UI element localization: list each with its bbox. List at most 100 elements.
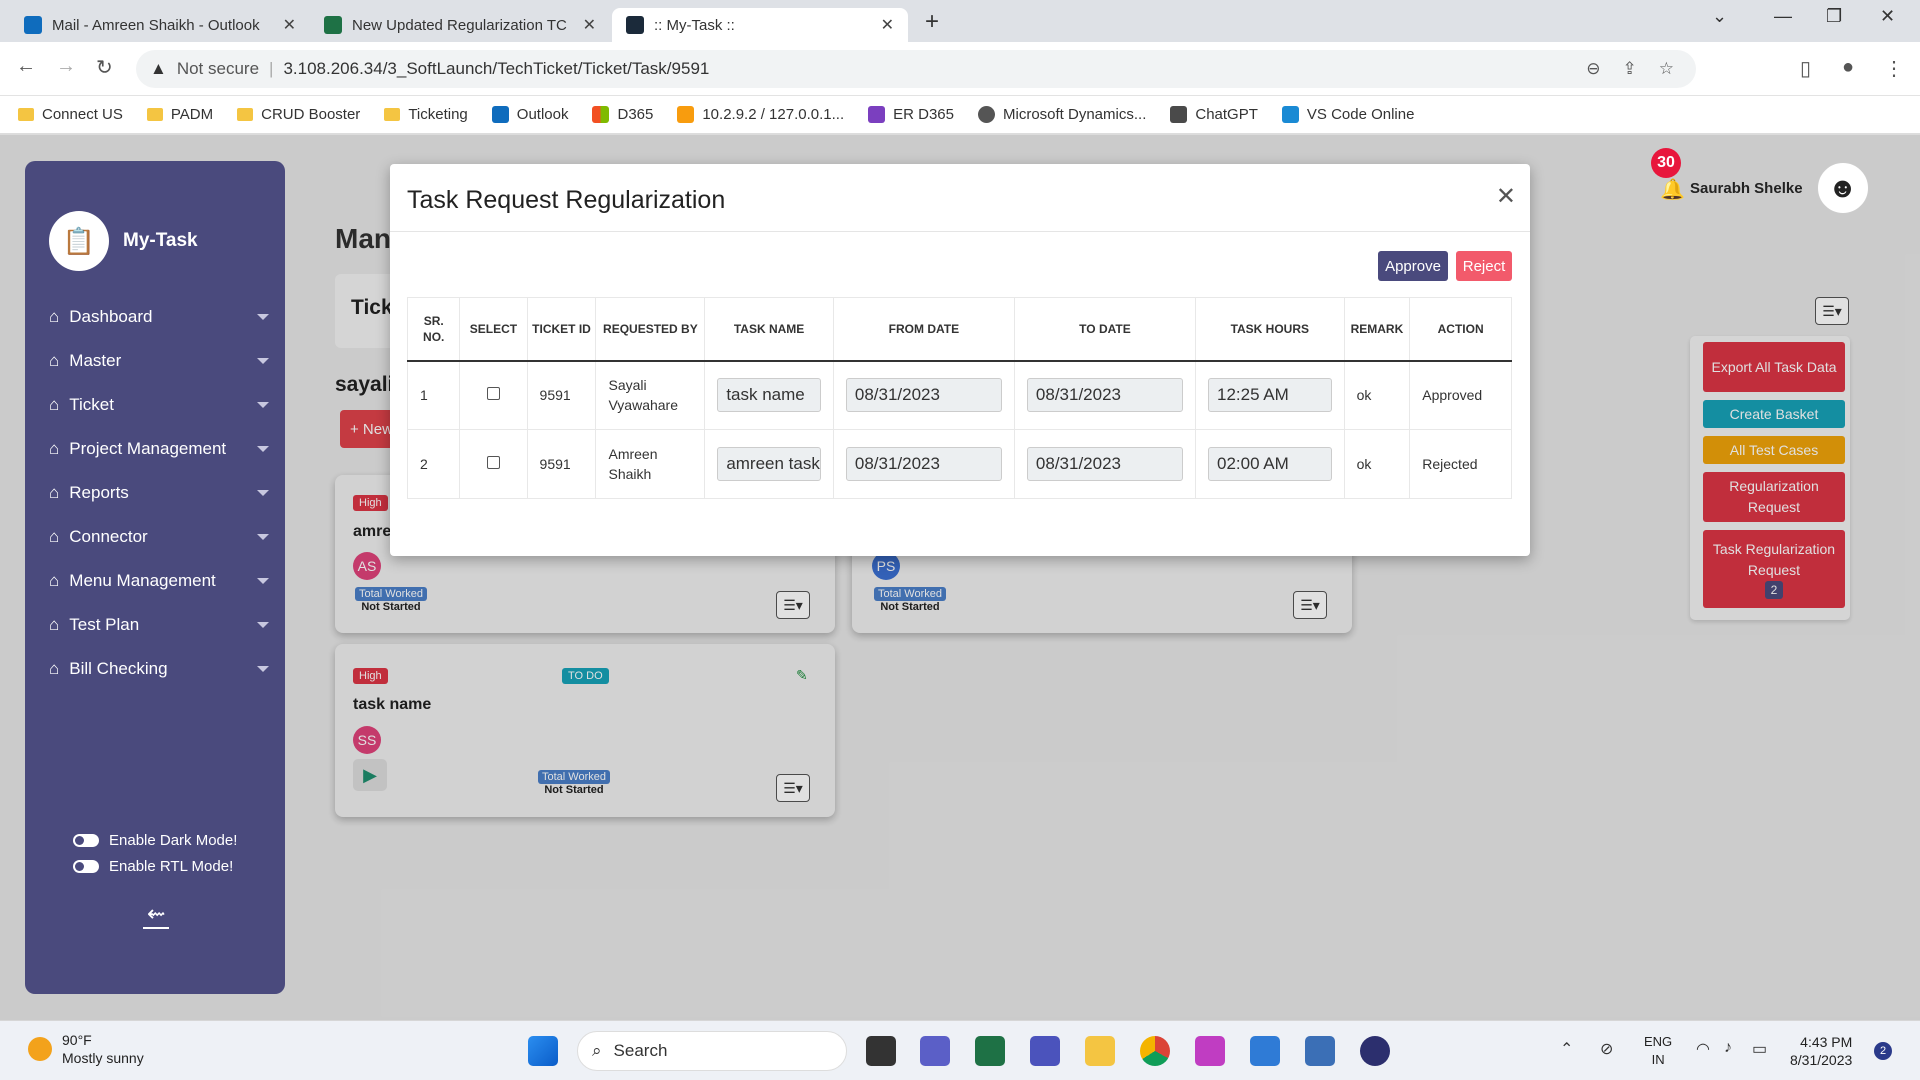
rtl-mode-toggle[interactable]	[73, 860, 99, 873]
home-icon: ⌂	[49, 483, 60, 502]
bookmark-label: D365	[617, 106, 654, 123]
url-bar[interactable]: ▲ Not secure | 3.108.206.34/3_SoftLaunch…	[136, 50, 1696, 88]
chat-icon[interactable]	[920, 1036, 950, 1066]
volume-icon[interactable]: ♪	[1724, 1039, 1732, 1057]
weather-widget[interactable]: 90°F Mostly sunny	[28, 1031, 144, 1067]
bookmark-item[interactable]: Ticketing	[384, 106, 468, 123]
to-date-input[interactable]: 08/31/2023	[1026, 447, 1183, 481]
bookmark-item[interactable]: Microsoft Dynamics...	[978, 106, 1146, 123]
task-name-input[interactable]: task name	[717, 378, 821, 413]
brand[interactable]: 📋 My-Task	[49, 211, 198, 271]
table-row: 2 9591 Amreen Shaikh amreen task 08/31/2…	[406, 429, 1512, 499]
reload-icon[interactable]: ↻	[96, 55, 113, 80]
chevron-up-icon[interactable]: ⌃	[1560, 1039, 1573, 1059]
to-date-input[interactable]: 08/31/2023	[1026, 378, 1183, 413]
from-date-input[interactable]: 08/31/2023	[845, 447, 1002, 481]
temperature: 90°F	[62, 1032, 92, 1048]
clipboard-icon: 📋	[49, 211, 109, 271]
chrome-icon[interactable]	[1140, 1036, 1170, 1066]
bookmark-item[interactable]: ER D365	[868, 106, 954, 123]
star-icon[interactable]: ☆	[1659, 59, 1674, 79]
bookmark-item[interactable]: 10.2.9.2 / 127.0.0.1...	[677, 106, 844, 123]
sr-no-cell: 1	[406, 360, 461, 430]
column-header: TASK NAME	[704, 297, 834, 362]
back-icon[interactable]: ←	[16, 55, 36, 78]
collapse-sidebar-icon[interactable]: ⇜	[143, 901, 170, 929]
share-icon[interactable]: ⇪	[1623, 59, 1637, 79]
sidebar-item-label: Ticket	[69, 395, 114, 414]
task-view-icon[interactable]	[866, 1036, 896, 1066]
rtl-mode-toggle-row[interactable]: Enable RTL Mode!	[73, 858, 233, 875]
bookmark-item[interactable]: CRUD Booster	[237, 106, 360, 123]
sidebar-item-master[interactable]: ⌂ Master	[49, 339, 269, 383]
wps-icon[interactable]	[1195, 1036, 1225, 1066]
task-name-input[interactable]: amreen task	[717, 447, 821, 481]
row-checkbox[interactable]	[486, 456, 500, 469]
teams-icon[interactable]	[1030, 1036, 1060, 1066]
bookmark-item[interactable]: D365	[592, 106, 653, 123]
bookmark-item[interactable]: Outlook	[491, 106, 569, 123]
sidebar-item-project-management[interactable]: ⌂ Project Management	[49, 427, 269, 471]
eclipse-icon[interactable]	[1360, 1036, 1390, 1066]
maximize-icon[interactable]: ❐	[1826, 6, 1842, 27]
sidebar-item-ticket[interactable]: ⌂ Ticket	[49, 383, 269, 427]
language-indicator[interactable]: ENG IN	[1644, 1033, 1672, 1069]
approve-button[interactable]: Approve	[1378, 251, 1448, 281]
warning-icon: ▲	[150, 59, 167, 78]
close-icon[interactable]: ✕	[1496, 182, 1516, 211]
sidebar-item-dashboard[interactable]: ⌂ Dashboard	[49, 295, 269, 339]
user-avatar[interactable]: ☻	[1816, 162, 1869, 214]
battery-icon[interactable]: ▭	[1752, 1039, 1767, 1059]
reject-button[interactable]: Reject	[1456, 251, 1512, 281]
sidebar-item-bill-checking[interactable]: ⌂ Bill Checking	[49, 647, 269, 691]
from-date-input[interactable]: 08/31/2023	[845, 378, 1002, 413]
taskbar-search[interactable]: ⌕ Search	[577, 1031, 847, 1071]
minimize-icon[interactable]: —	[1774, 6, 1792, 27]
tab-search-icon[interactable]: ⌄	[1712, 6, 1727, 27]
task-hours-input[interactable]: 12:25 AM	[1207, 378, 1332, 413]
forward-icon[interactable]: →	[56, 55, 76, 78]
new-tab-button[interactable]: +	[925, 8, 939, 36]
bell-icon[interactable]: 🔔	[1660, 177, 1685, 202]
window-close-icon[interactable]: ✕	[1880, 6, 1895, 27]
close-icon[interactable]: ✕	[881, 15, 894, 35]
windows-start-icon[interactable]	[528, 1036, 558, 1066]
sidebar-item-reports[interactable]: ⌂ Reports	[49, 471, 269, 515]
app-icon[interactable]	[1250, 1036, 1280, 1066]
chevron-down-icon	[257, 666, 269, 672]
home-icon: ⌂	[49, 439, 60, 458]
dark-mode-toggle-row[interactable]: Enable Dark Mode!	[73, 832, 237, 849]
bookmark-item[interactable]: ChatGPT	[1170, 106, 1258, 123]
bookmark-label: Outlook	[516, 106, 569, 123]
sidebar-item-connector[interactable]: ⌂ Connector	[49, 515, 269, 559]
notification-badge[interactable]: 30	[1651, 148, 1681, 178]
home-icon: ⌂	[49, 351, 60, 370]
bookmark-item[interactable]: PADM	[146, 106, 214, 123]
profile-icon[interactable]: ●	[1842, 56, 1854, 79]
row-checkbox[interactable]	[486, 387, 500, 401]
excel-icon[interactable]	[975, 1036, 1005, 1066]
zoom-icon[interactable]: ⊖	[1586, 59, 1600, 79]
notification-count[interactable]: 2	[1874, 1042, 1892, 1060]
user-profile[interactable]: Saurabh Shelke ☻	[1690, 162, 1869, 214]
vscode-icon	[1281, 106, 1299, 123]
clock[interactable]: 4:43 PM 8/31/2023	[1790, 1033, 1852, 1069]
wifi-icon[interactable]: ◠	[1696, 1039, 1710, 1059]
close-icon[interactable]: ✕	[283, 15, 296, 35]
tab-mytask[interactable]: :: My-Task :: ✕	[612, 8, 908, 42]
dark-mode-toggle[interactable]	[73, 834, 99, 847]
bookmark-item[interactable]: VS Code Online	[1281, 106, 1414, 123]
close-icon[interactable]: ✕	[583, 15, 596, 35]
sidepanel-icon[interactable]: ▯	[1800, 56, 1811, 81]
sidebar-item-menu-management[interactable]: ⌂ Menu Management	[49, 559, 269, 603]
tab-outlook[interactable]: Mail - Amreen Shaikh - Outlook ✕	[10, 8, 310, 42]
security-icon[interactable]	[1305, 1036, 1335, 1066]
tab-excel[interactable]: New Updated Regularization TC ✕	[310, 8, 610, 42]
task-hours-input[interactable]: 02:00 AM	[1207, 447, 1332, 481]
bookmark-item[interactable]: Connect US	[18, 106, 123, 123]
bookmark-label: PADM	[170, 106, 214, 123]
file-explorer-icon[interactable]	[1085, 1036, 1115, 1066]
network-alert-icon[interactable]: ⊘	[1600, 1039, 1613, 1059]
menu-dots-icon[interactable]: ⋮	[1884, 56, 1904, 81]
sidebar-item-test-plan[interactable]: ⌂ Test Plan	[49, 603, 269, 647]
